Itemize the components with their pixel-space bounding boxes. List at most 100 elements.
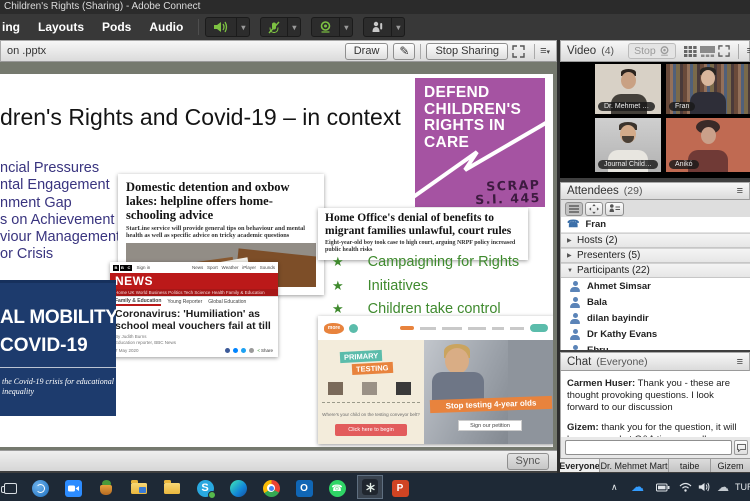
bbc-share-link[interactable]: Share <box>261 348 273 353</box>
status-dropdown-icon[interactable]: ▾ <box>392 23 404 32</box>
breakout-view-button[interactable] <box>585 202 603 216</box>
sync-button[interactable]: Sync <box>507 453 549 470</box>
attendees-pod-header: Attendees (29) ≡ <box>560 182 750 200</box>
menu-pods[interactable]: Pods <box>93 20 140 34</box>
attendees-group-participants[interactable]: ▼ Participants (22) <box>561 263 750 278</box>
chat-tab-gizem[interactable]: Gizem <box>711 459 750 472</box>
facebook-icon[interactable] <box>225 348 230 353</box>
participant-row[interactable]: dilan bayindir <box>561 310 750 326</box>
bbc-top-nav[interactable]: News Sport Weather iPlayer Sounds <box>192 265 275 270</box>
participant-row[interactable]: Ebru <box>561 342 750 350</box>
chrome-icon[interactable] <box>261 478 281 498</box>
webcam-dropdown-icon[interactable]: ▾ <box>340 23 352 32</box>
chat-tab-taibe[interactable]: taibe <box>669 459 711 472</box>
participant-face <box>701 127 716 144</box>
participant-row[interactable]: Ahmet Simsar <box>561 278 750 294</box>
video-tile[interactable]: Anikó <box>666 118 750 172</box>
onedrive-icon[interactable]: ☁ <box>631 473 644 501</box>
email-icon[interactable] <box>249 348 254 353</box>
blue-app-icon[interactable] <box>30 478 50 498</box>
list-view-button[interactable] <box>565 202 583 216</box>
volume-icon[interactable] <box>698 473 711 501</box>
attendees-pod-menu-icon[interactable]: ≡ <box>737 185 743 197</box>
file-explorer-icon[interactable] <box>162 478 182 498</box>
wifi-icon[interactable] <box>679 473 692 501</box>
menu-meeting[interactable]: ing <box>0 20 29 34</box>
documents-folder-icon[interactable] <box>129 478 149 498</box>
bbc-subnav-family-education[interactable]: Family & Education <box>115 298 161 306</box>
fullscreen-icon[interactable] <box>512 45 525 58</box>
webcam-button[interactable]: ▾ <box>311 17 353 37</box>
pencil-tool-button[interactable]: ✎ <box>393 43 415 60</box>
attendee-status-view-button[interactable] <box>605 202 624 216</box>
zoom-app-icon[interactable] <box>63 478 83 498</box>
attendees-group-hosts[interactable]: ▶ Hosts (2) <box>561 233 750 248</box>
menu-layouts[interactable]: Layouts <box>29 20 93 34</box>
expand-arrow-icon[interactable]: ▼ <box>567 268 577 274</box>
status-button[interactable]: ▾ <box>363 17 405 37</box>
twitter-icon[interactable] <box>241 348 246 353</box>
microphone-muted-button[interactable]: ▾ <box>260 17 301 37</box>
collapse-arrow-icon[interactable]: ▶ <box>567 237 577 244</box>
language-indicator[interactable]: TUR <box>735 473 750 501</box>
bbc-signin[interactable]: Sign in <box>137 265 151 270</box>
speaker-button[interactable]: ▾ <box>205 17 250 37</box>
mtas-signup-button[interactable] <box>530 324 548 332</box>
speaker-dropdown-icon[interactable]: ▾ <box>237 23 249 32</box>
chat-message-area[interactable]: Carmen Huser: Thank you - these are thou… <box>560 371 750 437</box>
send-chat-icon[interactable] <box>734 440 748 455</box>
participant-row[interactable]: Bala <box>561 294 750 310</box>
task-view-icon[interactable] <box>0 478 20 498</box>
video-tile[interactable]: Journal Child… <box>595 118 661 172</box>
slide-title: dren's Rights and Covid-19 – in context <box>0 104 401 131</box>
chat-input[interactable] <box>565 440 732 455</box>
bbc-byline: By Judith Burns Education reporter, BBC … <box>110 333 278 346</box>
draw-button[interactable]: Draw <box>345 43 389 60</box>
attendees-group-presenters[interactable]: ▶ Presenters (5) <box>561 248 750 263</box>
tray-chevron-icon[interactable]: ∧ <box>611 473 618 501</box>
grid-view-icon[interactable] <box>684 46 697 57</box>
bbc-news-nav[interactable]: Home UK World Business Politics Tech Sci… <box>110 289 278 297</box>
drink-app-icon[interactable] <box>96 478 116 498</box>
video-tile[interactable]: Fran <box>666 64 750 114</box>
microphone-dropdown-icon[interactable]: ▾ <box>288 23 300 32</box>
mtas-nav-item[interactable] <box>442 327 462 330</box>
video-fullscreen-icon[interactable] <box>718 45 730 57</box>
attendees-toolbar <box>560 200 750 217</box>
mtas-nav-item[interactable] <box>492 327 504 330</box>
skype-icon[interactable]: S <box>195 478 215 498</box>
mtas-header: more <box>318 316 553 340</box>
bbc-subnav-young-reporter[interactable]: Young Reporter <box>167 299 202 305</box>
participant-row[interactable]: Dr Kathy Evans <box>561 326 750 342</box>
mtas-nav-item[interactable] <box>510 327 524 330</box>
chat-tab-mehmet[interactable]: Dr. Mehmet Mart <box>600 459 669 472</box>
battery-icon[interactable] <box>656 473 670 501</box>
collapse-arrow-icon[interactable]: ▶ <box>567 252 577 259</box>
menu-audio[interactable]: Audio <box>140 20 192 34</box>
attendees-list: ☎ Fran ▶ Hosts (2) ▶ Presenters (5) ▼ Pa… <box>560 217 750 350</box>
bbc-subnav-global-education[interactable]: Global Education <box>208 299 246 305</box>
messenger-icon[interactable] <box>233 348 238 353</box>
stop-webcam-button[interactable]: Stop <box>628 43 676 59</box>
whatsapp-icon[interactable]: ☎ <box>327 478 347 498</box>
active-speaker-row[interactable]: ☎ Fran <box>561 217 750 233</box>
edge-icon[interactable] <box>228 478 248 498</box>
adobe-connect-taskbar-icon[interactable] <box>357 475 383 499</box>
mtas-petition-button[interactable]: Sign our petition <box>458 420 522 431</box>
pod-menu-icon[interactable]: ≡▾ <box>540 45 550 57</box>
cloud-backup-icon[interactable]: ☁ <box>717 473 729 501</box>
mtas-nav-item[interactable] <box>420 327 436 330</box>
phone-icon: ☎ <box>567 219 579 230</box>
powerpoint-icon[interactable]: P <box>390 478 410 498</box>
filmstrip-view-icon[interactable] <box>700 46 715 57</box>
mtas-nav-item[interactable] <box>468 327 486 330</box>
stop-sharing-button[interactable]: Stop Sharing <box>426 43 508 60</box>
video-header-separator <box>738 44 739 59</box>
mtas-nav-item[interactable] <box>400 326 414 330</box>
outlook-icon[interactable]: O <box>294 478 314 498</box>
mtas-begin-button[interactable]: Click here to begin <box>335 424 407 436</box>
video-tile[interactable]: Dr. Mehmet … <box>595 64 661 114</box>
chat-pod-menu-icon[interactable]: ≡ <box>737 356 743 368</box>
mtas-logo[interactable]: more <box>324 323 344 334</box>
chat-tab-everyone[interactable]: Everyone <box>560 459 600 472</box>
